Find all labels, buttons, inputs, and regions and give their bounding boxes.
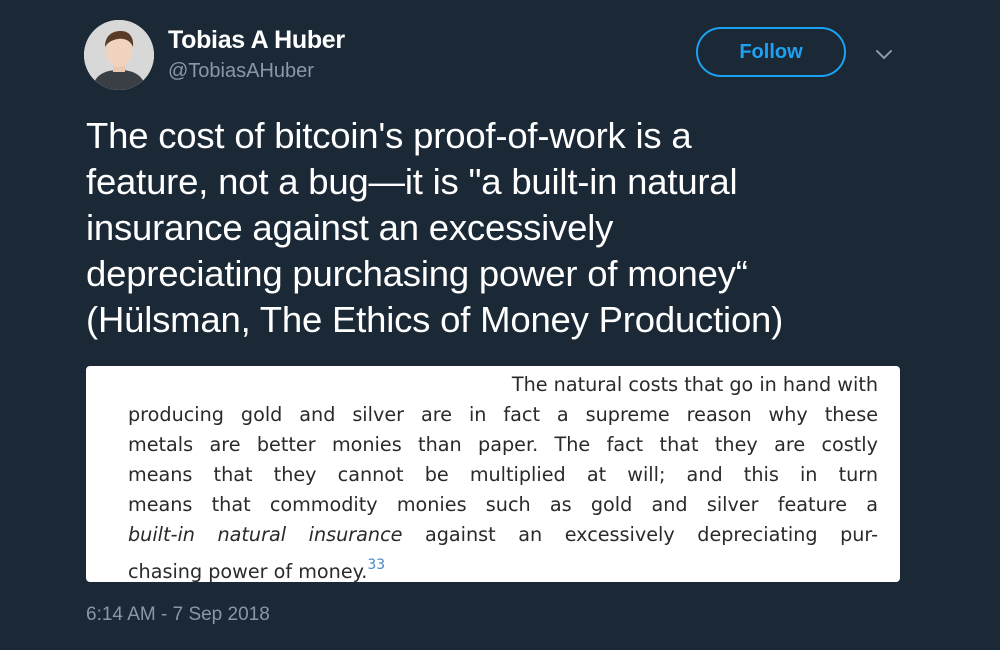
author-name[interactable]: Tobias A Huber xyxy=(168,26,345,55)
tweet-media-image[interactable]: The natural costs that go in hand with p… xyxy=(86,366,900,582)
tweet-text-line: The cost of bitcoin's proof-of-work is a xyxy=(86,115,692,156)
tweet-text-line: feature, not a bug—it is "a built-in nat… xyxy=(86,161,738,202)
tweet-text: The cost of bitcoin's proof-of-work is a… xyxy=(86,113,966,343)
author-handle[interactable]: @TobiasAHuber xyxy=(168,60,314,83)
footnote-marker: 33 xyxy=(367,557,386,573)
book-excerpt: The natural costs that go in hand with p… xyxy=(128,370,878,582)
tweet-text-line: depreciating purchasing power of money“ xyxy=(86,253,748,294)
excerpt-line-rest: against an excessively depreciating pur- xyxy=(402,523,879,546)
tweet-timestamp[interactable]: 6:14 AM - 7 Sep 2018 xyxy=(86,604,270,626)
tweet-text-line: (Hülsman, The Ethics of Money Production… xyxy=(86,299,784,340)
excerpt-line: built-in natural insurance against an ex… xyxy=(128,520,878,550)
avatar[interactable] xyxy=(84,20,154,90)
follow-button[interactable]: Follow xyxy=(696,27,846,77)
excerpt-line: means that they cannot be multiplied at … xyxy=(128,463,878,486)
excerpt-line: The natural costs that go in hand with xyxy=(511,373,878,396)
excerpt-italic-phrase: built-in natural insurance xyxy=(128,523,403,546)
excerpt-line: producing gold and silver are in fact a … xyxy=(128,403,878,426)
chevron-down-icon[interactable] xyxy=(872,42,896,66)
excerpt-line: chasing power of money.33 xyxy=(128,550,878,582)
excerpt-last-text: chasing power of money. xyxy=(128,560,368,582)
excerpt-line: means that commodity monies such as gold… xyxy=(128,493,878,516)
avatar-image xyxy=(84,20,154,90)
excerpt-line: metals are better monies than paper. The… xyxy=(128,433,878,456)
tweet-text-line: insurance against an excessively xyxy=(86,207,614,248)
